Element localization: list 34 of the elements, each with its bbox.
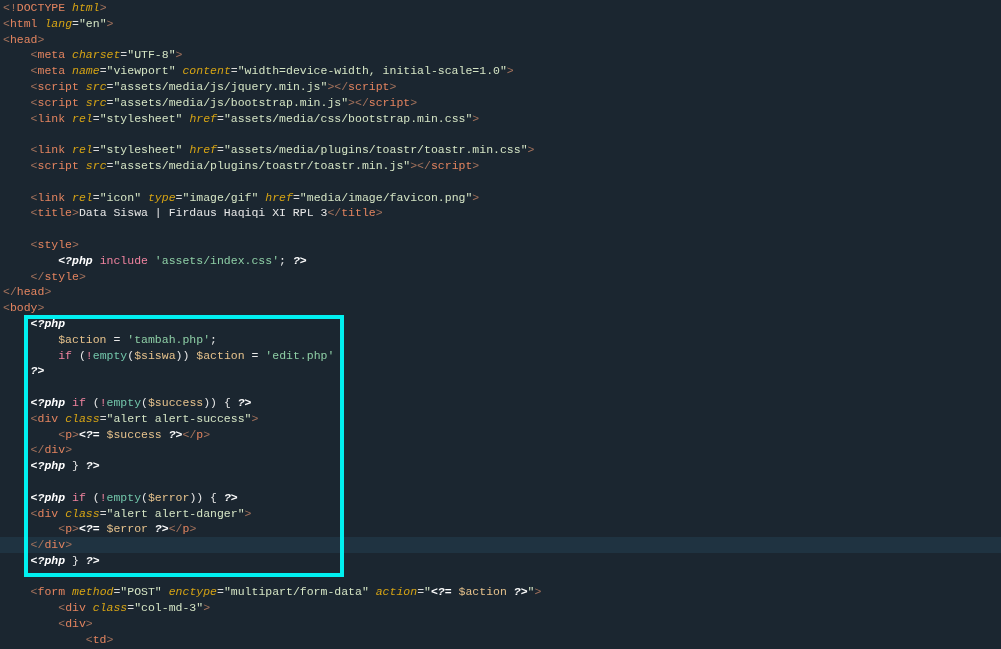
- code-line: <?php include 'assets/index.css'; ?>: [57, 252, 308, 269]
- code-line: <?php if (!empty($success)) { ?>: [29, 394, 253, 411]
- code-line: $action = 'tambah.php';: [57, 331, 218, 348]
- code-line: <?php: [29, 315, 67, 332]
- code-line: <div class="alert alert-success">: [29, 410, 260, 427]
- code-line: <?php } ?>: [29, 552, 101, 569]
- code-line: <div class="alert alert-danger">: [29, 505, 253, 522]
- code-line: <script src="assets/media/js/jquery.min.js"></script>: [29, 79, 398, 95]
- code-line: <link rel="stylesheet" href="assets/media/css/bootstrap.min.css">: [29, 110, 481, 127]
- code-line: </head>: [2, 284, 53, 301]
- code-line: <form method="POST" enctype="multipart/form-data" action="<?= $action ?>">: [29, 584, 543, 601]
- code-line: <p><?= $error ?></p>: [57, 521, 198, 538]
- code-line: <style>: [29, 236, 80, 253]
- code-line: <link rel="icon" type="image/gif" href="media/image/favicon.png">: [29, 189, 481, 206]
- code-line: <p><?= $success ?></p>: [57, 426, 212, 443]
- code-line: <?php if (!empty($error)) { ?>: [29, 489, 239, 506]
- code-line: <title>Data Siswa | Firdaus Haqiqi XI RPL 3</title>: [29, 205, 384, 222]
- code-line: ?>: [29, 363, 46, 380]
- code-line: <script src="assets/media/js/bootstrap.min.js"></script>: [29, 94, 419, 111]
- code-line: <!DOCTYPE html>: [2, 0, 108, 16]
- code-line: </div>: [29, 442, 74, 459]
- code-line: <script src="assets/media/plugins/toastr/toastr.min.js"></script>: [29, 157, 481, 174]
- code-line: <body>: [2, 300, 46, 316]
- code-line: <html lang="en">: [2, 15, 115, 32]
- code-line: <meta name="viewport" content="width=device-width, initial-scale=1.0">: [29, 63, 515, 79]
- code-line: </style>: [29, 268, 87, 285]
- code-line: <meta charset="UTF-8">: [29, 47, 184, 64]
- code-line: <div>: [57, 616, 94, 632]
- code-line: <td>: [84, 631, 115, 648]
- code-line: if (!empty($siswa)) $action = 'edit.php': [57, 347, 336, 364]
- code-line: <?php } ?>: [29, 458, 101, 474]
- code-line: <head>: [2, 31, 46, 48]
- code-line: <link rel="stylesheet" href="assets/media/plugins/toastr/toastr.min.css">: [29, 142, 536, 158]
- code-line: <div class="col-md-3">: [57, 600, 212, 617]
